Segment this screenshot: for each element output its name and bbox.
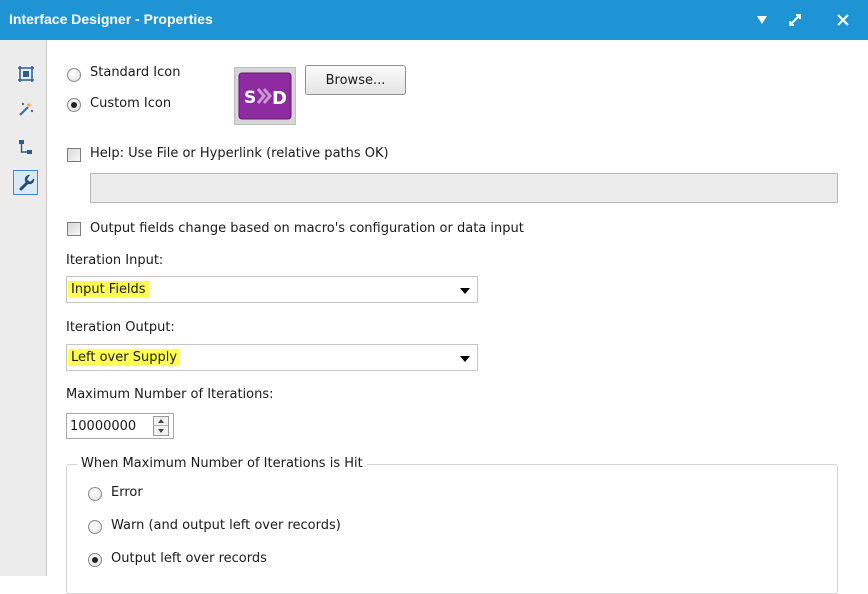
max-hit-group: When Maximum Number of Iterations is Hit… <box>66 456 838 594</box>
iteration-output-dropdown[interactable]: Left over Supply <box>66 344 478 371</box>
output-left-over-label: Output left over records <box>111 551 267 566</box>
custom-icon-radio[interactable] <box>67 98 81 112</box>
help-path-input[interactable] <box>90 173 838 203</box>
properties-panel: Standard Icon Custom Icon S D Browse... … <box>48 40 868 594</box>
close-icon[interactable] <box>830 7 856 33</box>
dropdown-arrow-icon[interactable] <box>749 7 775 33</box>
max-hit-legend: When Maximum Number of Iterations is Hit <box>77 456 367 471</box>
layout-icon[interactable] <box>13 61 38 86</box>
iteration-input-dropdown[interactable]: Input Fields <box>66 276 478 303</box>
sidebar <box>0 40 47 576</box>
output-left-over-radio[interactable] <box>88 553 102 567</box>
window-title: Interface Designer - Properties <box>9 11 213 27</box>
iteration-output-label: Iteration Output: <box>66 320 175 335</box>
error-radio[interactable] <box>88 487 102 501</box>
help-label: Help: Use File or Hyperlink (relative pa… <box>90 146 389 161</box>
tree-icon[interactable] <box>13 134 38 159</box>
restore-icon[interactable] <box>782 7 808 33</box>
max-iterations-value: 10000000 <box>70 419 137 434</box>
warn-label: Warn (and output left over records) <box>111 518 341 533</box>
standard-icon-label: Standard Icon <box>90 65 181 80</box>
custom-icon-preview: S D <box>234 67 296 125</box>
stepper-up-icon[interactable] <box>154 417 168 426</box>
iteration-output-value: Left over Supply <box>68 349 181 366</box>
stepper-down-icon[interactable] <box>154 426 168 435</box>
stepper-buttons <box>153 416 169 436</box>
max-iterations-stepper[interactable]: 10000000 <box>66 413 174 439</box>
macro-icon: S D <box>238 72 292 120</box>
max-iterations-label: Maximum Number of Iterations: <box>66 387 274 402</box>
custom-icon-label: Custom Icon <box>90 96 172 111</box>
magic-wand-icon[interactable] <box>13 96 38 121</box>
output-fields-checkbox[interactable] <box>67 222 81 236</box>
chevron-down-icon <box>460 288 470 294</box>
standard-icon-radio[interactable] <box>67 68 81 82</box>
icon-letter-d: D <box>272 88 287 109</box>
title-bar: Interface Designer - Properties <box>0 0 868 40</box>
iteration-input-label: Iteration Input: <box>66 253 164 268</box>
icon-letter-s: S <box>244 88 256 108</box>
output-fields-label: Output fields change based on macro's co… <box>90 221 524 236</box>
browse-button[interactable]: Browse... <box>305 65 406 95</box>
warn-radio[interactable] <box>88 520 102 534</box>
iteration-input-value: Input Fields <box>68 281 149 298</box>
error-label: Error <box>111 485 143 500</box>
wrench-icon[interactable] <box>13 170 38 195</box>
chevron-down-icon <box>460 356 470 362</box>
help-checkbox[interactable] <box>67 148 81 162</box>
